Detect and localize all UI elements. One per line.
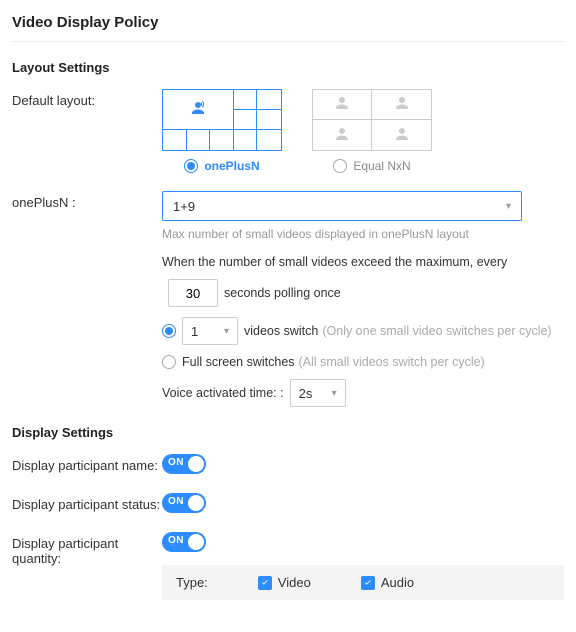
- speaker-icon: [189, 99, 207, 120]
- exceed-text-a: When the number of small videos exceed t…: [162, 255, 564, 269]
- oneplusn-label: onePlusN :: [12, 191, 162, 210]
- chevron-down-icon: ▾: [224, 326, 229, 337]
- layout-option-oneplusn[interactable]: [162, 89, 282, 151]
- videos-switch-count-value: 1: [191, 324, 198, 339]
- toggle-on-text: ON: [168, 535, 184, 546]
- display-status-label: Display participant status:: [12, 493, 162, 512]
- layout-option-equalnxn[interactable]: [312, 89, 432, 151]
- person-icon: [393, 125, 411, 146]
- voice-activated-label: Voice activated time: :: [162, 386, 284, 400]
- chevron-down-icon: ▾: [506, 201, 511, 212]
- page-title: Video Display Policy: [12, 8, 564, 42]
- display-name-label: Display participant name:: [12, 454, 162, 473]
- chevron-down-icon: ▾: [332, 388, 337, 399]
- checkbox-video-label: Video: [278, 575, 311, 590]
- section-layout-settings: Layout Settings: [12, 60, 564, 75]
- exceed-text-b: seconds polling once: [224, 286, 341, 300]
- oneplusn-select[interactable]: 1+9 ▾: [162, 191, 522, 221]
- display-quantity-label: Display participant quantity:: [12, 532, 162, 566]
- videos-switch-hint: (Only one small video switches per cycle…: [322, 324, 551, 338]
- toggle-knob: [188, 495, 204, 511]
- checkbox-video[interactable]: [258, 576, 272, 590]
- radio-videos-switch[interactable]: [162, 324, 176, 338]
- toggle-knob: [188, 534, 204, 550]
- person-icon: [333, 94, 351, 115]
- radio-equalnxn[interactable]: [333, 159, 347, 173]
- checkbox-audio[interactable]: [361, 576, 375, 590]
- videos-switch-count-select[interactable]: 1 ▾: [182, 317, 238, 345]
- polling-seconds-input[interactable]: [168, 279, 218, 307]
- radio-oneplusn-label: onePlusN: [204, 159, 259, 173]
- videos-switch-label: videos switch: [244, 324, 318, 338]
- full-switch-label: Full screen switches: [182, 355, 295, 369]
- oneplusn-hint: Max number of small videos displayed in …: [162, 227, 564, 241]
- toggle-display-status[interactable]: ON: [162, 493, 206, 513]
- person-icon: [333, 125, 351, 146]
- toggle-knob: [188, 456, 204, 472]
- section-display-settings: Display Settings: [12, 425, 564, 440]
- default-layout-label: Default layout:: [12, 89, 162, 108]
- type-label: Type:: [176, 575, 208, 590]
- radio-equalnxn-label: Equal NxN: [353, 159, 410, 173]
- radio-oneplusn[interactable]: [184, 159, 198, 173]
- toggle-display-quantity[interactable]: ON: [162, 532, 206, 552]
- voice-activated-select[interactable]: 2s ▾: [290, 379, 346, 407]
- oneplusn-select-value: 1+9: [173, 199, 195, 214]
- toggle-on-text: ON: [168, 496, 184, 507]
- person-icon: [393, 94, 411, 115]
- checkbox-audio-label: Audio: [381, 575, 414, 590]
- radio-full-switch[interactable]: [162, 355, 176, 369]
- toggle-on-text: ON: [168, 457, 184, 468]
- full-switch-hint: (All small videos switch per cycle): [299, 355, 485, 369]
- voice-activated-value: 2s: [299, 386, 313, 401]
- toggle-display-name[interactable]: ON: [162, 454, 206, 474]
